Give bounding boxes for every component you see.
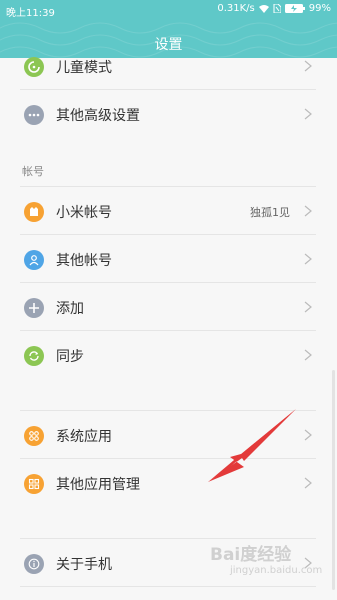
watermark-logo: Bai度经验: [210, 545, 292, 565]
settings-item-other-accounts[interactable]: 其他帐号: [0, 235, 316, 283]
settings-item-other-advanced[interactable]: 其他高级设置: [0, 90, 316, 138]
battery-level: 99%: [308, 3, 331, 14]
settings-item-sync[interactable]: 同步: [0, 331, 316, 379]
settings-item-label: 系统应用: [56, 429, 112, 445]
chevron-right-icon: [304, 253, 312, 265]
child-mode-icon: [24, 57, 44, 77]
status-indicators: 0.31K/s 99%: [217, 3, 331, 14]
chevron-right-icon: [304, 60, 312, 72]
more-settings-icon: [24, 105, 44, 125]
chevron-right-icon: [304, 301, 312, 313]
settings-item-label: 小米帐号: [56, 205, 112, 221]
annotation-arrow: [208, 409, 296, 482]
status-time: 晚上11:39: [6, 8, 55, 19]
watermark-url: jingyan.baidu.com: [230, 565, 323, 576]
account-username: 独孤1见: [250, 206, 290, 219]
settings-item-label: 其他应用管理: [56, 477, 140, 493]
settings-item-label: 其他帐号: [56, 253, 112, 269]
battery-icon: [284, 4, 305, 13]
chevron-right-icon: [304, 108, 312, 120]
system-apps-icon: [24, 426, 44, 446]
status-bar: 晚上11:39 0.31K/s 99%: [0, 0, 337, 20]
plus-icon: [24, 298, 44, 318]
no-sim-icon: [273, 4, 281, 13]
settings-item-label: 同步: [56, 349, 84, 365]
network-speed: 0.31K/s: [217, 3, 255, 14]
wifi-icon: [258, 5, 269, 13]
user-account-icon: [24, 250, 44, 270]
settings-item-label: 儿童模式: [56, 60, 112, 76]
settings-item-add[interactable]: 添加: [0, 283, 316, 331]
settings-item-label: 关于手机: [56, 557, 112, 573]
mi-account-icon: [24, 202, 44, 222]
section-header-account: 帐号: [22, 165, 44, 178]
sync-icon: [24, 346, 44, 366]
baidu-watermark: Bai度经验 jingyan.baidu.com: [210, 540, 330, 590]
settings-item-child-mode[interactable]: 儿童模式: [0, 42, 316, 90]
scrollbar[interactable]: [332, 370, 335, 590]
app-management-icon: [24, 474, 44, 494]
chevron-right-icon: [304, 205, 312, 217]
info-icon: [24, 554, 44, 574]
settings-item-label: 其他高级设置: [56, 108, 140, 124]
chevron-right-icon: [304, 349, 312, 361]
settings-item-label: 添加: [56, 301, 84, 317]
settings-item-mi-account[interactable]: 小米帐号 独孤1见: [0, 187, 316, 235]
